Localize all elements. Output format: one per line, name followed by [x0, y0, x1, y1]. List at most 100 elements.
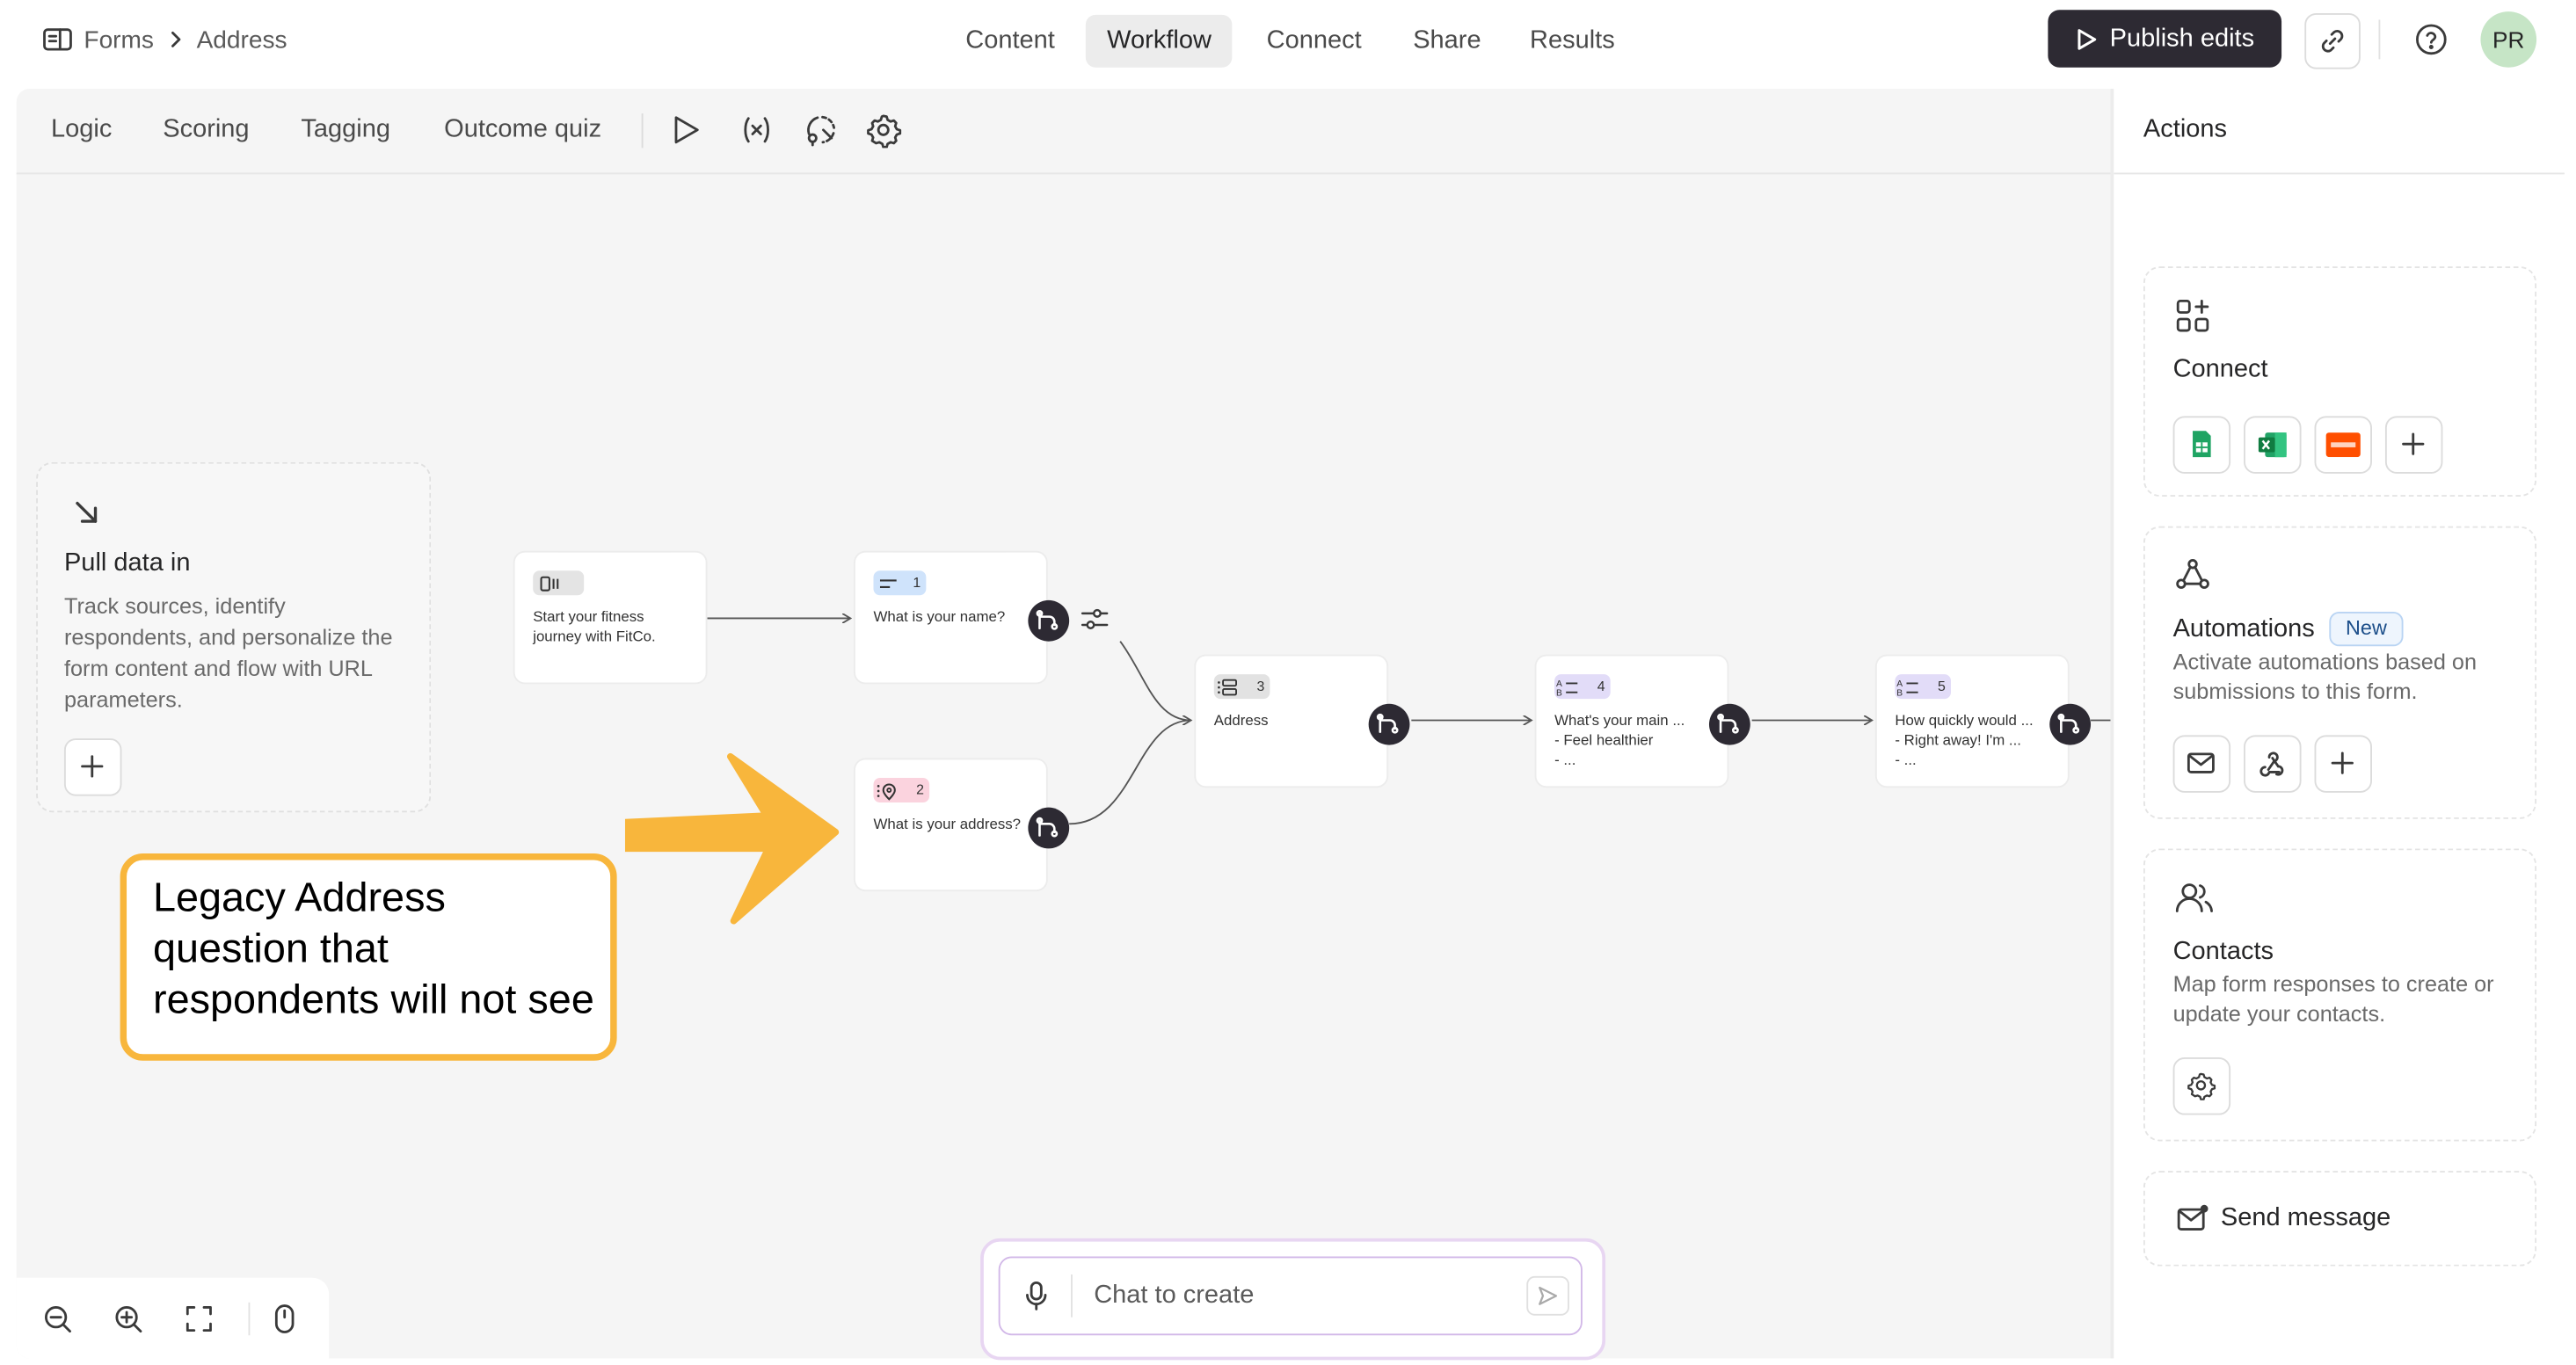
- svg-text:B: B: [1896, 687, 1903, 696]
- welcome-text: Start your fitness journey with FitCo.: [533, 608, 656, 645]
- filter-settings-icon[interactable]: [1079, 606, 1110, 634]
- choice-more: - ...: [1554, 751, 1576, 768]
- microphone-icon[interactable]: [1023, 1280, 1050, 1312]
- branch-icon[interactable]: [1708, 703, 1750, 745]
- send-icon: [1537, 1284, 1560, 1307]
- automations-title: Automations: [2172, 614, 2315, 643]
- chat-input[interactable]: Chat to create: [1094, 1282, 1254, 1311]
- flow-connectors: [707, 0, 2111, 825]
- panel-header-divider: [2114, 172, 2565, 175]
- annotation-arrow: [624, 752, 840, 925]
- choice-list-icon: AB: [1556, 679, 1578, 696]
- question-text: What is your address?: [873, 816, 1022, 832]
- connect-title: Connect: [2172, 355, 2268, 383]
- send-message-card[interactable]: Send message: [2143, 1171, 2537, 1267]
- divider: [1071, 1274, 1073, 1318]
- question-text: How quickly would ... - Right away! I'm …: [1895, 710, 2033, 769]
- divider: [2378, 19, 2381, 60]
- copy-link-button[interactable]: [2304, 12, 2361, 69]
- connect-card: Connect: [2143, 266, 2537, 497]
- annotation-callout: Legacy Address question that respondents…: [120, 853, 617, 1061]
- question-node-1[interactable]: 1 What is your name?: [855, 552, 1046, 683]
- question-title: How quickly would ...: [1895, 712, 2034, 729]
- location-pin-icon: [877, 782, 896, 800]
- address-badge: 2: [873, 777, 930, 803]
- question-title: What's your main ...: [1554, 712, 1685, 729]
- branch-icon[interactable]: [2049, 703, 2092, 745]
- chat-box: Chat to create: [980, 1238, 1606, 1361]
- google-sheets-button[interactable]: [2172, 416, 2231, 474]
- contacts-description: Map form responses to create or update y…: [2172, 971, 2494, 1027]
- chat-input-frame[interactable]: Chat to create: [998, 1256, 1583, 1336]
- plus-icon: [2400, 431, 2427, 457]
- automations-card: Automations New Activate automations bas…: [2143, 526, 2537, 819]
- plus-icon: [2329, 750, 2355, 776]
- divider: [248, 1302, 251, 1336]
- welcome-screen-icon: [540, 575, 559, 591]
- new-badge: New: [2329, 612, 2404, 647]
- question-node-5[interactable]: AB 5 How quickly would ... - Right away!…: [1876, 656, 2068, 787]
- excel-button[interactable]: [2244, 416, 2302, 474]
- help-icon: [2413, 21, 2449, 57]
- question-number: 4: [1597, 677, 1605, 694]
- choice-preview: - Feel healthier: [1554, 731, 1654, 749]
- connect-apps-icon: [2173, 296, 2213, 336]
- zoom-controls: [16, 1277, 330, 1359]
- mail-icon: [2187, 750, 2216, 776]
- contacts-settings-button[interactable]: [2172, 1057, 2231, 1115]
- multi-address-badge: 3: [1213, 674, 1270, 700]
- webhook-button[interactable]: [2244, 735, 2302, 793]
- fit-view-icon[interactable]: [185, 1304, 215, 1334]
- branch-icon[interactable]: [1368, 703, 1410, 745]
- google-sheets-icon: [2191, 429, 2212, 459]
- publish-label: Publish edits: [2109, 24, 2255, 52]
- branch-icon[interactable]: [1028, 807, 1070, 849]
- avatar[interactable]: PR: [2480, 11, 2537, 68]
- send-button[interactable]: [1526, 1275, 1569, 1316]
- actions-title: Actions: [2143, 114, 2228, 143]
- contacts-card: Contacts Map form responses to create or…: [2143, 848, 2537, 1142]
- question-node-4[interactable]: AB 4 What's your main ... - Feel healthi…: [1536, 656, 1728, 787]
- welcome-badge: [533, 570, 585, 596]
- question-text: What's your main ... - Feel healthier - …: [1554, 710, 1685, 769]
- send-message-title: Send message: [2220, 1203, 2391, 1232]
- svg-text:B: B: [1556, 687, 1562, 696]
- zoom-out-icon[interactable]: [43, 1304, 73, 1334]
- contacts-title: Contacts: [2172, 937, 2274, 966]
- add-integration-button[interactable]: [2384, 416, 2443, 474]
- automation-webhook-icon: [2173, 555, 2213, 595]
- send-message-icon: [2176, 1204, 2209, 1234]
- choice-more: - ...: [1895, 751, 1917, 768]
- multiple-choice-badge: AB 4: [1554, 674, 1611, 700]
- multiple-choice-badge: AB 5: [1895, 674, 1952, 700]
- question-node-2[interactable]: 2 What is your address?: [855, 759, 1046, 890]
- choice-list-icon: AB: [1896, 679, 1918, 696]
- question-number: 3: [1256, 677, 1265, 694]
- excel-icon: [2257, 431, 2289, 459]
- address-list-icon: [1218, 678, 1237, 695]
- email-automation-button[interactable]: [2172, 735, 2231, 793]
- branch-icon[interactable]: [1028, 599, 1070, 642]
- help-button[interactable]: [2413, 21, 2449, 57]
- choice-preview: - Right away! I'm ...: [1895, 731, 2021, 749]
- welcome-screen-node[interactable]: Start your fitness journey with FitCo.: [514, 552, 706, 683]
- short-text-icon: [879, 578, 897, 588]
- question-number: 2: [916, 781, 925, 798]
- panel-divider: [2110, 89, 2114, 1359]
- question-number: 1: [913, 573, 921, 591]
- automations-description: Activate automations based on submission…: [2172, 650, 2478, 704]
- webhook-icon: [2257, 748, 2287, 778]
- link-icon: [2318, 26, 2347, 56]
- question-text: Address: [1213, 712, 1269, 729]
- zapier-icon: [2325, 432, 2361, 458]
- zapier-button[interactable]: [2314, 416, 2372, 474]
- settings-icon: [2187, 1071, 2216, 1100]
- question-number: 5: [1938, 677, 1946, 694]
- zoom-in-icon[interactable]: [113, 1304, 143, 1334]
- add-automation-button[interactable]: [2314, 735, 2372, 793]
- contacts-icon: [2173, 878, 2216, 918]
- mouse-icon[interactable]: [272, 1303, 298, 1335]
- short-text-badge: 1: [873, 570, 927, 596]
- question-node-3[interactable]: 3 Address: [1196, 656, 1387, 787]
- question-text: What is your name?: [873, 608, 1006, 625]
